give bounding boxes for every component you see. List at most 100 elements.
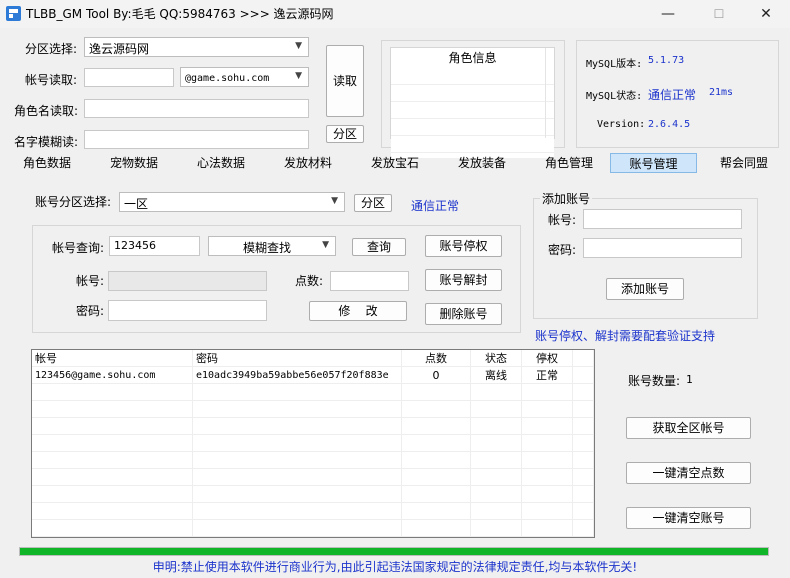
mysql-status-value: 通信正常 xyxy=(648,88,697,102)
app-icon xyxy=(6,6,21,21)
progress-fill xyxy=(20,548,768,555)
account-field xyxy=(108,271,267,291)
progress-bar xyxy=(19,547,769,556)
accounts-table[interactable]: 帐号 密码 点数 状态 停权 123456@game.sohu.com e10a… xyxy=(31,349,595,538)
cell-password: e10adc3949ba59abbe56e057f20f883e xyxy=(192,366,402,384)
tab-issue-equipment[interactable]: 发放装备 xyxy=(448,153,516,173)
mysql-latency: 21ms xyxy=(709,87,734,98)
zone-select-value: 逸云源码网 xyxy=(89,42,150,56)
tab-account-management[interactable]: 账号管理 xyxy=(610,153,697,173)
account-comm-status: 通信正常 xyxy=(411,199,460,213)
empty-row xyxy=(32,417,594,435)
query-button[interactable]: 查询 xyxy=(352,238,406,256)
tab-role-data[interactable]: 角色数据 xyxy=(13,153,81,173)
mysql-version-value: 5.1.73 xyxy=(648,55,685,66)
empty-row xyxy=(32,502,594,520)
table-row[interactable]: 123456@game.sohu.com e10adc3949ba59abbe5… xyxy=(32,366,594,384)
add-password-label: 密码: xyxy=(548,243,577,257)
modify-button[interactable]: 修 改 xyxy=(309,301,407,321)
top-zone-button[interactable]: 分区 xyxy=(326,125,364,143)
maximize-button[interactable]: ☐ xyxy=(704,4,734,24)
account-read-input[interactable] xyxy=(84,68,174,87)
account-query-label: 帐号查询: xyxy=(52,241,105,255)
tab-guild-alliance[interactable]: 帮会同盟 xyxy=(708,153,780,173)
role-read-input[interactable] xyxy=(84,99,309,118)
cell-account: 123456@game.sohu.com xyxy=(32,366,193,384)
empty-row xyxy=(32,519,594,537)
add-account-input[interactable] xyxy=(583,209,742,229)
role-read-label: 角色名读取: xyxy=(14,104,79,118)
chevron-down-icon: ▼ xyxy=(322,240,329,250)
role-info-list[interactable]: 角色信息 xyxy=(390,47,555,158)
account-count-value: 1 xyxy=(686,373,693,386)
col-header-password[interactable]: 密码 xyxy=(192,350,402,367)
fuzzy-read-label: 名字模糊读: xyxy=(14,135,79,149)
add-account-note: 账号停权、解封需要配套验证支持 xyxy=(535,329,716,343)
mysql-info-group: MySQL版本: 5.1.73 MySQL状态: 通信正常 21ms Versi… xyxy=(576,40,779,148)
tab-role-management[interactable]: 角色管理 xyxy=(535,153,603,173)
points-label: 点数: xyxy=(295,274,324,288)
col-header-account[interactable]: 帐号 xyxy=(32,350,193,367)
empty-row xyxy=(32,400,594,418)
version-label: Version: xyxy=(597,119,646,130)
close-button[interactable]: ✕ xyxy=(751,4,781,24)
table-header-row: 帐号 密码 点数 状态 停权 xyxy=(32,350,594,367)
account-zone-select[interactable]: 一区 ▼ xyxy=(119,192,345,212)
minimize-button[interactable]: — xyxy=(653,4,683,24)
cell-suspend: 正常 xyxy=(521,366,573,384)
chevron-down-icon: ▼ xyxy=(295,41,302,51)
tab-issue-materials[interactable]: 发放材料 xyxy=(274,153,342,173)
tab-mind-data[interactable]: 心法数据 xyxy=(187,153,255,173)
role-info-title: 角色信息 xyxy=(391,48,554,69)
cell-points: 0 xyxy=(401,366,471,384)
zone-select[interactable]: 逸云源码网 ▼ xyxy=(84,37,309,57)
tab-issue-gems[interactable]: 发放宝石 xyxy=(361,153,429,173)
fuzzy-read-input[interactable] xyxy=(84,130,309,149)
mysql-version-label: MySQL版本: xyxy=(586,59,643,70)
empty-row xyxy=(32,468,594,486)
account-zone-label: 账号分区选择: xyxy=(35,195,112,209)
search-mode-value: 模糊查找 xyxy=(242,241,291,255)
col-header-points[interactable]: 点数 xyxy=(401,350,471,367)
cell-status: 离线 xyxy=(470,366,522,384)
suspend-account-button[interactable]: 账号停权 xyxy=(425,235,502,257)
account-query-input[interactable]: 123456 xyxy=(109,236,200,256)
account-zone-button[interactable]: 分区 xyxy=(354,194,392,212)
zone-select-label: 分区选择: xyxy=(25,42,78,56)
empty-row xyxy=(32,383,594,401)
chevron-down-icon: ▼ xyxy=(331,196,338,206)
add-password-input[interactable] xyxy=(583,238,742,258)
read-button[interactable]: 读取 xyxy=(326,45,364,117)
password-label: 密码: xyxy=(76,304,105,318)
empty-row xyxy=(32,451,594,469)
clear-points-button[interactable]: 一键清空点数 xyxy=(626,462,751,484)
add-account-label: 帐号: xyxy=(548,213,577,227)
account-read-label: 帐号读取: xyxy=(25,73,78,87)
role-info-divider xyxy=(545,48,546,138)
domain-select-value: @game.sohu.com xyxy=(185,73,270,84)
role-info-rows xyxy=(391,68,554,158)
fetch-all-accounts-button[interactable]: 获取全区帐号 xyxy=(626,417,751,439)
mysql-status-label: MySQL状态: xyxy=(586,91,643,102)
footer-disclaimer: 申明:禁止使用本软件进行商业行为,由此引起违法国家规定的法律规定责任,均与本软件… xyxy=(152,560,638,574)
domain-select[interactable]: @game.sohu.com ▼ xyxy=(180,67,309,87)
add-account-title: 添加账号 xyxy=(540,190,593,207)
window-title: TLBB_GM Tool By:毛毛 QQ:5984763 >>> 逸云源码网 xyxy=(26,7,334,21)
tab-pet-data[interactable]: 宠物数据 xyxy=(100,153,168,173)
col-header-suspend[interactable]: 停权 xyxy=(521,350,573,367)
account-zone-value: 一区 xyxy=(124,197,149,211)
points-field[interactable] xyxy=(330,271,409,291)
search-mode-select[interactable]: 模糊查找 ▼ xyxy=(208,236,336,256)
add-account-button[interactable]: 添加账号 xyxy=(606,278,684,300)
empty-row xyxy=(32,434,594,452)
version-value: 2.6.4.5 xyxy=(648,119,691,130)
clear-accounts-button[interactable]: 一键清空账号 xyxy=(626,507,751,529)
col-header-status[interactable]: 状态 xyxy=(470,350,522,367)
chevron-down-icon: ▼ xyxy=(295,71,302,81)
unsuspend-account-button[interactable]: 账号解封 xyxy=(425,269,502,291)
account-count-label: 账号数量: xyxy=(628,374,681,388)
role-info-group: 角色信息 xyxy=(381,40,565,158)
cell-filler xyxy=(572,366,594,384)
delete-account-button[interactable]: 删除账号 xyxy=(425,303,502,325)
password-field[interactable] xyxy=(108,300,267,321)
